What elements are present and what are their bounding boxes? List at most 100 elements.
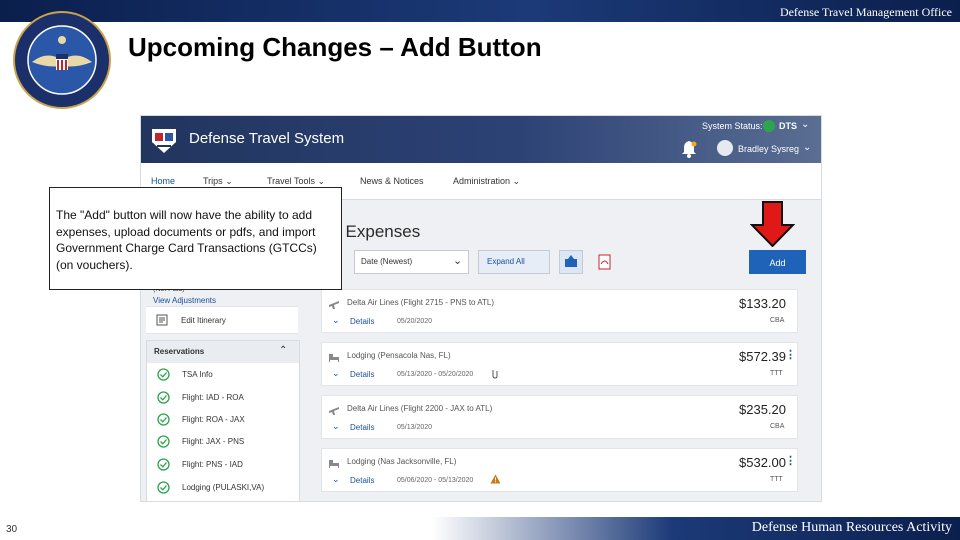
app-header: Defense Travel System System Status: DTS… <box>141 116 821 163</box>
upload-icon <box>565 255 577 267</box>
expense-code: TTT <box>770 370 783 377</box>
reservations-header[interactable]: Reservations ⌃ <box>147 341 299 363</box>
expense-code: CBA <box>770 317 785 324</box>
reservation-label: Flight: JAX - PNS <box>182 437 245 446</box>
nav-travel-tools[interactable]: Travel Tools ⌄ <box>267 176 325 187</box>
chevron-down-icon: ⌄ <box>512 176 521 186</box>
callout-box: The "Add" button will now have the abili… <box>49 187 342 290</box>
expense-row[interactable]: Delta Air Lines (Flight 2200 - JAX to AT… <box>321 395 798 439</box>
chevron-down-icon[interactable]: ⌄ <box>332 421 340 432</box>
expense-details-link[interactable]: Details <box>350 370 374 379</box>
chevron-down-icon[interactable]: ⌄ <box>332 315 340 326</box>
expense-details-link[interactable]: Details <box>350 476 374 485</box>
reservation-label: TSA Info <box>182 370 213 379</box>
expense-date: 05/20/2020 <box>397 318 433 325</box>
chevron-down-icon[interactable]: ⌄ <box>332 474 340 485</box>
expense-details-link[interactable]: Details <box>350 317 374 326</box>
avatar[interactable] <box>717 140 733 156</box>
paperclip-icon[interactable] <box>490 368 500 379</box>
expense-amount: $572.39 <box>739 349 786 364</box>
expense-code: CBA <box>770 423 785 430</box>
dod-seal-icon <box>13 11 111 109</box>
chevron-up-icon[interactable]: ⌃ <box>279 345 287 356</box>
reservation-item[interactable]: Flight: PNS - IAD <box>147 453 299 475</box>
reservation-item[interactable]: Flight: ROA - JAX <box>147 408 299 430</box>
more-options-icon[interactable]: ⋮ <box>785 348 796 361</box>
expense-amount: $532.00 <box>739 455 786 470</box>
reservation-label: Flight: ROA - JAX <box>182 415 245 424</box>
check-icon <box>157 458 170 471</box>
user-name[interactable]: Bradley Sysreg <box>738 144 799 154</box>
more-options-icon[interactable]: ⋮ <box>785 454 796 467</box>
chevron-down-icon: ⌄ <box>317 176 326 186</box>
expand-all-label: Expand All <box>487 257 525 266</box>
chevron-down-icon[interactable]: ⌄ <box>801 119 809 130</box>
reservation-item[interactable]: Lodging (PULASKI,VA) <box>147 476 299 498</box>
nav-travel-tools-label: Travel Tools <box>267 176 316 186</box>
chevron-down-icon: ⌄ <box>225 176 233 186</box>
dts-screenshot: Defense Travel System System Status: DTS… <box>140 115 822 502</box>
expand-all-button[interactable]: Expand All <box>478 250 550 274</box>
reservation-label: Flight: IAD - ROA <box>182 393 244 402</box>
expense-details-link[interactable]: Details <box>350 423 374 432</box>
reservations-panel: Reservations ⌃ TSA Info Flight: IAD - RO… <box>146 340 300 501</box>
sort-select[interactable]: Date (Newest) ⌄ <box>354 250 469 274</box>
check-icon <box>157 481 170 494</box>
chevron-down-icon: ⌄ <box>453 255 463 267</box>
view-adjustments-link[interactable]: View Adjustments <box>153 296 216 305</box>
reservation-item[interactable]: Flight: JAX - PNS <box>147 430 299 452</box>
nav-news[interactable]: News & Notices <box>360 176 424 186</box>
reservation-label: Lodging (PULASKI,VA) <box>182 483 265 492</box>
expense-row[interactable]: Delta Air Lines (Flight 2715 - PNS to AT… <box>321 289 798 333</box>
red-down-arrow-icon <box>750 201 795 247</box>
reservation-label: Flight: PNS - IAD <box>182 460 243 469</box>
bed-icon <box>329 460 339 468</box>
check-icon <box>157 368 170 381</box>
plane-icon <box>329 407 339 415</box>
bell-icon[interactable] <box>681 140 697 158</box>
expense-title: Lodging (Pensacola Nas, FL) <box>347 351 451 360</box>
dts-logo-icon <box>152 129 176 153</box>
edit-itinerary-label: Edit Itinerary <box>181 316 226 325</box>
nav-administration[interactable]: Administration ⌄ <box>453 176 520 187</box>
sort-select-value: Date (Newest) <box>361 257 413 266</box>
nav-trips-label: Trips <box>203 176 223 186</box>
slide-title: Upcoming Changes – Add Button <box>128 32 542 62</box>
sidebar: (Not Paid) View Adjustments Edit Itinera… <box>146 284 300 501</box>
expense-title: Delta Air Lines (Flight 2715 - PNS to AT… <box>347 298 495 307</box>
expense-amount: $133.20 <box>739 296 786 311</box>
upload-button[interactable] <box>559 250 583 274</box>
reservations-title: Reservations <box>154 347 205 356</box>
app-title: Defense Travel System <box>189 130 345 147</box>
expense-amount: $235.20 <box>739 402 786 417</box>
add-button[interactable]: Add <box>749 250 806 274</box>
check-icon <box>157 435 170 448</box>
expense-row[interactable]: Lodging (Nas Jacksonville, FL) ⌄ Details… <box>321 448 798 492</box>
expense-date: 05/13/2020 <box>397 424 433 431</box>
expense-title: Delta Air Lines (Flight 2200 - JAX to AT… <box>347 404 493 413</box>
itinerary-icon <box>156 314 168 326</box>
reservation-item[interactable]: TSA Info <box>147 363 299 385</box>
status-ok-icon <box>763 120 775 132</box>
expense-title: Lodging (Nas Jacksonville, FL) <box>347 457 457 466</box>
check-icon <box>157 391 170 404</box>
warning-icon[interactable] <box>490 474 501 484</box>
expense-code: TTT <box>770 476 783 483</box>
chevron-down-icon[interactable]: ⌄ <box>332 368 340 379</box>
bed-icon <box>329 354 339 362</box>
expense-date: 05/06/2020 - 05/13/2020 <box>397 477 474 484</box>
edit-itinerary-item[interactable]: Edit Itinerary <box>146 306 298 334</box>
office-name: Defense Travel Management Office <box>779 5 952 19</box>
expense-date: 05/13/2020 - 05/20/2020 <box>397 371 474 378</box>
system-status-value[interactable]: DTS <box>779 121 797 131</box>
reservation-item[interactable]: Flight: IAD - ROA <box>147 386 299 408</box>
system-status-label: System Status: <box>702 121 763 131</box>
nav-administration-label: Administration <box>453 176 511 186</box>
plane-icon <box>329 301 339 309</box>
expense-row[interactable]: Lodging (Pensacola Nas, FL) ⌄ Details 05… <box>321 342 798 386</box>
pdf-icon[interactable] <box>597 254 613 270</box>
nav-trips[interactable]: Trips ⌄ <box>203 176 233 187</box>
chevron-down-icon[interactable]: ⌄ <box>803 142 811 153</box>
check-icon <box>157 413 170 426</box>
footer-text: Defense Human Resources Activity <box>751 520 952 535</box>
